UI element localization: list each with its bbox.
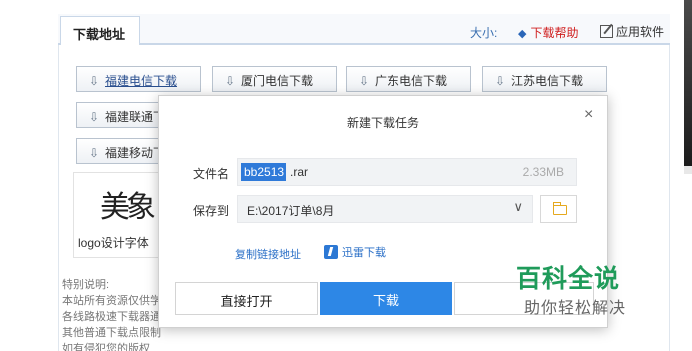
saveto-path-value: E:\2017订单\8月 — [247, 204, 335, 218]
download-button-label: 福建电信下载 — [105, 74, 178, 88]
saveto-label: 保存到 — [193, 204, 230, 218]
app-software-label: 应用软件 — [616, 25, 665, 39]
notes-heading: 特别说明: — [62, 279, 110, 291]
tab-download-address[interactable]: 下载地址 — [60, 16, 140, 45]
arrow-down-circle-icon: ⇩ — [359, 74, 370, 88]
download-button-label: 江苏电信下载 — [511, 74, 584, 88]
arrow-down-circle-icon: ⇩ — [225, 74, 236, 88]
download-button-jiangsu-telecom[interactable]: ⇩ 江苏电信下载 — [482, 66, 607, 92]
filename-selected-text: bb2513 — [241, 163, 287, 181]
download-help-link[interactable]: ◆ 下载帮助 — [518, 24, 578, 41]
watermark-subtitle: 助你轻松解决 — [524, 300, 627, 317]
logo-artwork: 美象 — [100, 190, 156, 225]
thunder-download-link[interactable]: 迅雷下载 — [324, 244, 386, 260]
arrow-down-circle-icon: ⇩ — [495, 74, 506, 88]
download-button-label: 广东电信下载 — [375, 74, 448, 88]
filename-label: 文件名 — [193, 167, 230, 181]
download-button-label: 厦门电信下载 — [241, 74, 314, 88]
watermark-title: 百科全说 — [516, 265, 621, 293]
folder-icon — [552, 202, 567, 215]
arrow-down-circle-icon: ⇩ — [89, 74, 100, 88]
notes-line: 本站所有资源仅供学 — [62, 295, 161, 307]
size-label: 大小: — [470, 26, 498, 40]
edit-icon — [600, 25, 613, 38]
filename-extension: .rar — [290, 165, 308, 179]
open-directly-button[interactable]: 直接打开 — [175, 282, 318, 315]
side-divider — [684, 166, 692, 174]
thunder-download-label: 迅雷下载 — [342, 247, 386, 259]
browse-folder-button[interactable] — [540, 195, 577, 223]
close-icon[interactable]: × — [584, 106, 593, 124]
notes-line: 如有侵犯您的版权 — [62, 343, 150, 351]
file-size: 2.33MB — [522, 165, 564, 179]
copy-link-address-link[interactable]: 复制链接地址 — [235, 246, 301, 262]
download-button-xiamen-telecom[interactable]: ⇩ 厦门电信下载 — [212, 66, 337, 92]
download-button-fujian-telecom[interactable]: ⇩ 福建电信下载 — [76, 66, 201, 92]
saveto-path-select[interactable]: E:\2017订单\8月 ∨ — [237, 195, 533, 223]
dialog-title: 新建下载任务 — [346, 116, 419, 130]
arrow-down-circle-icon: ⇩ — [89, 110, 100, 124]
chevron-down-icon: ∨ — [513, 199, 523, 214]
arrow-down-circle-icon: ⇩ — [89, 146, 100, 160]
logo-caption[interactable]: logo设计字体 — [78, 234, 149, 251]
diamond-icon: ◆ — [518, 28, 527, 40]
download-button-guangdong-telecom[interactable]: ⇩ 广东电信下载 — [346, 66, 471, 92]
download-button[interactable]: 下载 — [320, 282, 452, 315]
notes-line: 其他普通下载点限制 — [62, 327, 161, 339]
app-software-link[interactable]: 应用软件 — [600, 23, 664, 40]
thunder-icon — [324, 245, 338, 259]
download-help-label: 下载帮助 — [530, 26, 579, 40]
filename-field[interactable]: bb2513 .rar 2.33MB — [237, 158, 577, 186]
notes-line: 各线路极速下载器通 — [62, 311, 161, 323]
side-image-strip — [684, 0, 692, 166]
